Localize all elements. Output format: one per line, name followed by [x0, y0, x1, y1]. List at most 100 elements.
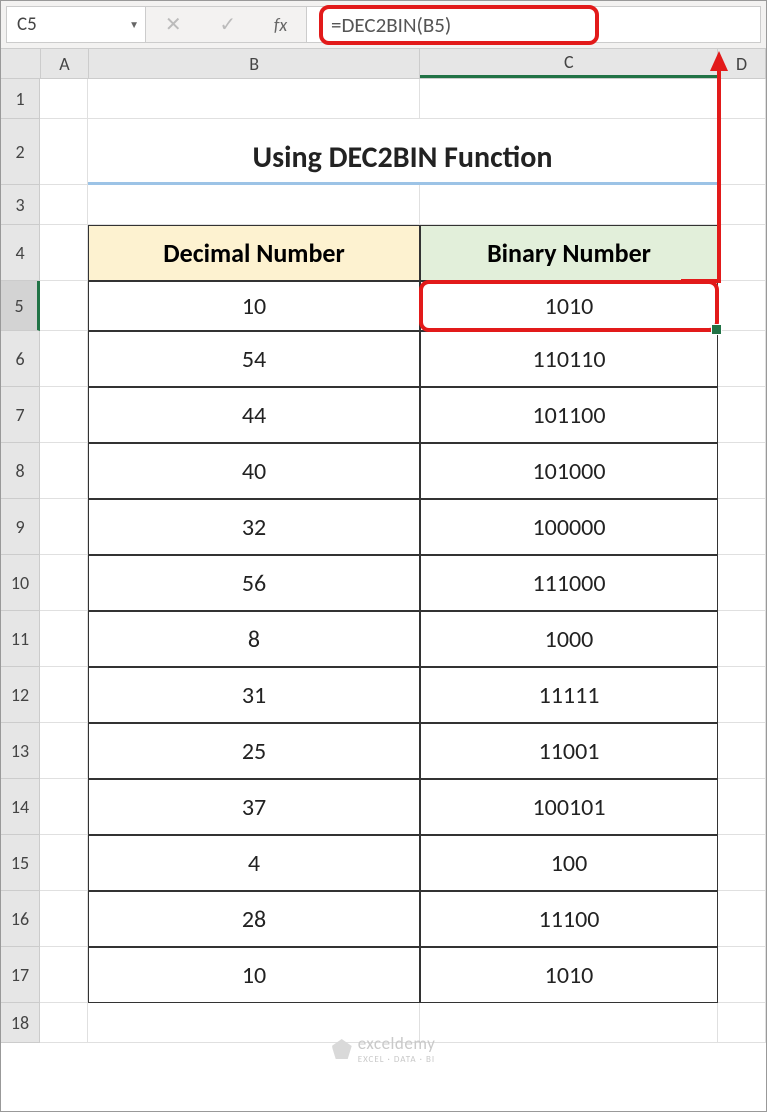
cell[interactable]	[718, 947, 766, 1003]
col-header-a[interactable]: A	[41, 49, 89, 78]
cell[interactable]	[718, 185, 766, 225]
col-header-d[interactable]: D	[718, 49, 766, 78]
cell[interactable]	[40, 891, 88, 947]
cell[interactable]	[718, 835, 766, 891]
cell[interactable]	[718, 387, 766, 443]
table-header-decimal[interactable]: Decimal Number	[88, 225, 420, 281]
cell[interactable]	[40, 331, 88, 387]
cell[interactable]	[718, 225, 766, 281]
row-header[interactable]: 14	[1, 779, 40, 835]
col-header-b[interactable]: B	[89, 49, 421, 78]
table-cell-bin[interactable]: 1010	[420, 947, 718, 1003]
cell[interactable]	[420, 1003, 718, 1043]
fx-icon[interactable]: fx	[274, 14, 287, 36]
cell[interactable]	[40, 947, 88, 1003]
table-cell-dec[interactable]: 40	[88, 443, 420, 499]
column-headers: A B C D	[1, 49, 766, 79]
table-cell-dec[interactable]: 32	[88, 499, 420, 555]
table-cell-bin[interactable]: 11001	[420, 723, 718, 779]
cell[interactable]	[718, 331, 766, 387]
enter-icon[interactable]: ✓	[219, 12, 236, 37]
table-cell-bin[interactable]: 111000	[420, 555, 718, 611]
col-header-c[interactable]: C	[420, 49, 718, 78]
table-cell-bin[interactable]: 1000	[420, 611, 718, 667]
row-header[interactable]: 4	[1, 225, 40, 281]
table-cell-bin[interactable]: 110110	[420, 331, 718, 387]
cell[interactable]	[718, 667, 766, 723]
table-cell-bin-selected[interactable]: 1010	[420, 281, 718, 331]
cell[interactable]	[718, 723, 766, 779]
row-header[interactable]: 1	[1, 79, 40, 119]
cell[interactable]	[718, 611, 766, 667]
cell[interactable]	[40, 225, 88, 281]
cancel-icon[interactable]: ✕	[165, 12, 182, 37]
cell[interactable]	[718, 555, 766, 611]
cell[interactable]	[40, 281, 88, 331]
cell[interactable]	[420, 79, 718, 119]
row-header[interactable]: 10	[1, 555, 40, 611]
cell[interactable]	[420, 185, 718, 225]
row-header[interactable]: 6	[1, 331, 40, 387]
row-header[interactable]: 18	[1, 1003, 40, 1043]
cell[interactable]	[718, 443, 766, 499]
table-cell-bin[interactable]: 101000	[420, 443, 718, 499]
cell[interactable]	[40, 779, 88, 835]
row-header[interactable]: 11	[1, 611, 40, 667]
row-header[interactable]: 15	[1, 835, 40, 891]
row-header[interactable]: 13	[1, 723, 40, 779]
table-cell-dec[interactable]: 31	[88, 667, 420, 723]
cell[interactable]	[718, 119, 766, 185]
cell[interactable]	[40, 723, 88, 779]
cell[interactable]	[40, 443, 88, 499]
table-cell-bin[interactable]: 11100	[420, 891, 718, 947]
cell[interactable]	[40, 667, 88, 723]
cell[interactable]	[718, 891, 766, 947]
row-header[interactable]: 2	[1, 119, 40, 185]
select-all-corner[interactable]	[1, 49, 41, 78]
table-cell-dec[interactable]: 8	[88, 611, 420, 667]
table-cell-bin[interactable]: 101100	[420, 387, 718, 443]
cell[interactable]	[718, 779, 766, 835]
table-cell-dec[interactable]: 28	[88, 891, 420, 947]
cell[interactable]	[88, 185, 420, 225]
table-cell-dec[interactable]: 10	[88, 947, 420, 1003]
row-header[interactable]: 17	[1, 947, 40, 1003]
row-header[interactable]: 7	[1, 387, 40, 443]
cell[interactable]	[718, 499, 766, 555]
table-cell-bin[interactable]: 100	[420, 835, 718, 891]
cell[interactable]	[40, 119, 88, 185]
cell[interactable]	[40, 499, 88, 555]
table-cell-dec[interactable]: 37	[88, 779, 420, 835]
row-header[interactable]: 12	[1, 667, 40, 723]
cell[interactable]	[40, 611, 88, 667]
table-cell-dec[interactable]: 44	[88, 387, 420, 443]
row-header[interactable]: 9	[1, 499, 40, 555]
table-cell-dec[interactable]: 4	[88, 835, 420, 891]
formula-input[interactable]: =DEC2BIN(B5)	[306, 6, 761, 43]
cell[interactable]	[718, 281, 766, 331]
table-cell-dec[interactable]: 10	[88, 281, 420, 331]
row-header[interactable]: 3	[1, 185, 40, 225]
cell[interactable]	[40, 555, 88, 611]
page-title[interactable]: Using DEC2BIN Function	[88, 119, 718, 185]
table-cell-dec[interactable]: 54	[88, 331, 420, 387]
cell[interactable]	[40, 1003, 88, 1043]
cell[interactable]	[40, 185, 88, 225]
cell[interactable]	[718, 79, 766, 119]
cell[interactable]	[40, 835, 88, 891]
cell[interactable]	[40, 387, 88, 443]
cell[interactable]	[718, 1003, 766, 1043]
table-cell-bin[interactable]: 11111	[420, 667, 718, 723]
table-cell-bin[interactable]: 100000	[420, 499, 718, 555]
row-header-selected[interactable]: 5	[1, 281, 40, 331]
table-cell-dec[interactable]: 56	[88, 555, 420, 611]
row-header[interactable]: 16	[1, 891, 40, 947]
table-header-binary[interactable]: Binary Number	[420, 225, 718, 281]
cell[interactable]	[88, 79, 420, 119]
table-cell-bin[interactable]: 100101	[420, 779, 718, 835]
cell[interactable]	[40, 79, 88, 119]
name-box-dropdown-icon[interactable]: ▼	[129, 18, 139, 31]
table-cell-dec[interactable]: 25	[88, 723, 420, 779]
name-box[interactable]: C5 ▼	[6, 6, 146, 43]
row-header[interactable]: 8	[1, 443, 40, 499]
